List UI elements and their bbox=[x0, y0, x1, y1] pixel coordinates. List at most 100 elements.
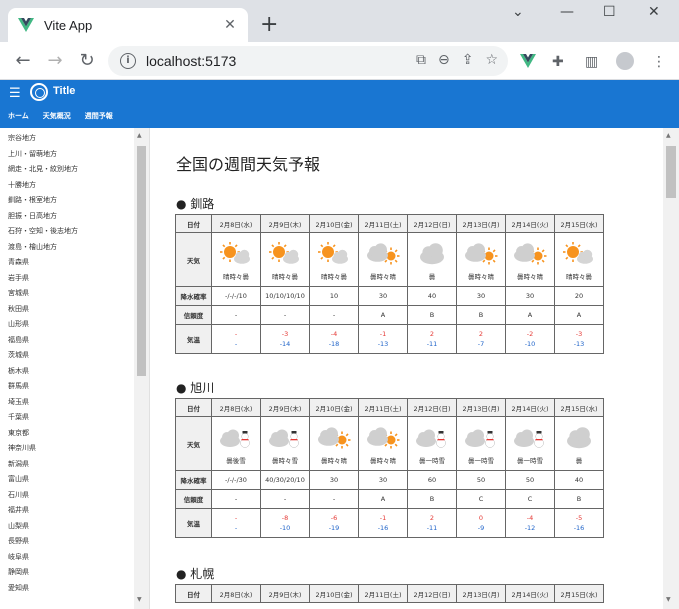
tab-close-icon[interactable]: ✕ bbox=[222, 17, 238, 33]
sidebar-item[interactable]: 神奈川県 bbox=[8, 441, 133, 457]
sidebar-item[interactable]: 愛知県 bbox=[8, 581, 133, 597]
main-scroll-down-icon[interactable]: ▼ bbox=[666, 596, 671, 603]
weather-cell: 曇時々雪 bbox=[260, 416, 310, 471]
new-tab-icon[interactable]: + bbox=[260, 12, 278, 38]
temp-cell: 0 -9 bbox=[456, 508, 506, 538]
side-panel-icon[interactable]: ▥ bbox=[585, 54, 598, 70]
date-cell: 2月8日(水) bbox=[211, 584, 261, 603]
sidebar-item[interactable]: 青森県 bbox=[8, 255, 133, 271]
table-row: 降水確率 -/-/-/30 40/30/20/10 30 30 60 50 50 40 bbox=[175, 470, 604, 490]
forward-icon[interactable]: → bbox=[44, 50, 66, 72]
sidebar-item[interactable]: 群馬県 bbox=[8, 379, 133, 395]
zoom-icon[interactable]: ⊖ bbox=[438, 52, 450, 68]
sidebar-item[interactable]: 石川県 bbox=[8, 488, 133, 504]
url-text: localhost:5173 bbox=[146, 53, 237, 69]
hamburger-menu-icon[interactable]: ☰ bbox=[9, 86, 21, 101]
temp-low: -10 bbox=[279, 524, 291, 532]
date-cell: 2月15日(水) bbox=[554, 584, 604, 603]
sidebar-item[interactable]: 山梨県 bbox=[8, 519, 133, 535]
sidebar-item[interactable]: 網走・北見・紋別地方 bbox=[8, 162, 133, 178]
sidebar-item[interactable]: 岩手県 bbox=[8, 271, 133, 287]
temp-low: -12 bbox=[524, 524, 536, 532]
weather-cell: 晴時々曇 bbox=[554, 232, 604, 287]
tab-search-icon[interactable]: ⌄ bbox=[512, 4, 524, 20]
sidebar-item[interactable]: 石狩・空知・後志地方 bbox=[8, 224, 133, 240]
sidebar-item[interactable]: 東京都 bbox=[8, 426, 133, 442]
nav-weekly[interactable]: 週間予報 bbox=[85, 111, 113, 121]
weather-table: 日付 2月8日(水) 2月9日(木) 2月10日(金) 2月11日(土) 2月12日(日)… bbox=[175, 398, 604, 538]
sidebar-item[interactable]: 宗谷地方 bbox=[8, 131, 133, 147]
sidebar-item[interactable]: 十勝地方 bbox=[8, 178, 133, 194]
temp-cell: -1 -13 bbox=[358, 324, 408, 354]
date-cell: 2月15日(水) bbox=[554, 398, 604, 417]
temp-cell: -- bbox=[211, 508, 261, 538]
nav-overview[interactable]: 天気概況 bbox=[43, 111, 71, 121]
sidebar-item[interactable]: 静岡県 bbox=[8, 565, 133, 581]
sidebar-item[interactable]: 新潟県 bbox=[8, 457, 133, 473]
address-bar[interactable]: i localhost:5173 ⧉ ⊖ ⇪ ☆ bbox=[108, 46, 508, 76]
weather-cell: 晴時々曇 bbox=[260, 232, 310, 287]
sidebar-item[interactable]: 宮城県 bbox=[8, 286, 133, 302]
sidebar-item[interactable]: 岐阜県 bbox=[8, 550, 133, 566]
sidebar-item[interactable]: 富山県 bbox=[8, 472, 133, 488]
translate-icon[interactable]: ⧉ bbox=[416, 52, 426, 68]
page-title: 全国の週間天気予報 bbox=[176, 155, 321, 174]
share-icon[interactable]: ⇪ bbox=[462, 52, 474, 68]
row-label: 天気 bbox=[175, 232, 212, 287]
menu-kebab-icon[interactable]: ⋮ bbox=[652, 54, 666, 70]
weather-cell: 曇時々晴 bbox=[358, 232, 408, 287]
weather-cell: 曇時々晴 bbox=[456, 232, 506, 287]
temp-low: -13 bbox=[573, 340, 585, 348]
date-cell: 2月12日(日) bbox=[407, 398, 457, 417]
profile-avatar-icon[interactable] bbox=[616, 52, 634, 70]
browser-tab[interactable]: Vite App ✕ bbox=[8, 8, 248, 42]
reload-icon[interactable]: ↻ bbox=[76, 50, 98, 72]
sidebar-item[interactable]: 埼玉県 bbox=[8, 395, 133, 411]
main-scroll-up-icon[interactable]: ▲ bbox=[666, 132, 671, 139]
sidebar-scroll-thumb[interactable] bbox=[137, 146, 146, 376]
sidebar-item[interactable]: 胆振・日高地方 bbox=[8, 209, 133, 225]
sidebar-item[interactable]: 長野県 bbox=[8, 534, 133, 550]
date-cell: 2月10日(金) bbox=[309, 214, 359, 233]
sidebar-item[interactable]: 茨城県 bbox=[8, 348, 133, 364]
weather-text: 曇後雪 bbox=[226, 456, 246, 465]
sidebar-item[interactable]: 秋田県 bbox=[8, 302, 133, 318]
main-scrollbar[interactable] bbox=[663, 128, 679, 609]
sidebar-item[interactable]: 福井県 bbox=[8, 503, 133, 519]
back-icon[interactable]: ← bbox=[12, 50, 34, 72]
rain-cell: -/-/-/10 bbox=[211, 286, 261, 306]
row-label: 日付 bbox=[175, 398, 212, 417]
site-info-icon[interactable]: i bbox=[120, 53, 136, 69]
sidebar-item[interactable]: 渡島・檜山地方 bbox=[8, 240, 133, 256]
sidebar-item[interactable]: 福島県 bbox=[8, 333, 133, 349]
sidebar-item[interactable]: 栃木県 bbox=[8, 364, 133, 380]
window-close-icon[interactable]: ✕ bbox=[648, 4, 660, 20]
temp-high: -2 bbox=[526, 330, 534, 338]
cloud-sun-icon bbox=[365, 239, 401, 269]
maximize-icon[interactable]: ☐ bbox=[603, 4, 616, 20]
extensions-icon[interactable]: ✚ bbox=[552, 54, 564, 70]
sidebar-scroll-down-icon[interactable]: ▼ bbox=[137, 596, 142, 603]
reliability-cell: - bbox=[260, 489, 310, 509]
cloud-snow-icon bbox=[414, 423, 450, 453]
bookmark-star-icon[interactable]: ☆ bbox=[485, 52, 498, 68]
date-cell: 2月11日(土) bbox=[358, 398, 408, 417]
rain-cell: 10/10/10/10 bbox=[260, 286, 310, 306]
minimize-icon[interactable]: — bbox=[560, 4, 574, 20]
sidebar-item[interactable]: 上川・留萌地方 bbox=[8, 147, 133, 163]
reliability-cell: - bbox=[309, 489, 359, 509]
weather-text: 曇時々晴 bbox=[517, 272, 543, 281]
app-nav: ホーム 天気概況 週間予報 bbox=[8, 111, 113, 121]
browser-toolbar: ← → ↻ i localhost:5173 ⧉ ⊖ ⇪ ☆ ✚ ▥ ⋮ bbox=[0, 42, 679, 80]
nav-home[interactable]: ホーム bbox=[8, 111, 29, 121]
weather-text: 曇時々晴 bbox=[370, 456, 396, 465]
sidebar-scroll-up-icon[interactable]: ▲ bbox=[137, 132, 142, 139]
sidebar-item[interactable]: 釧路・根室地方 bbox=[8, 193, 133, 209]
vue-devtools-icon[interactable] bbox=[520, 54, 536, 68]
sidebar-item[interactable]: 千葉県 bbox=[8, 410, 133, 426]
rain-cell: 60 bbox=[407, 470, 457, 490]
city-heading: ● 釧路 bbox=[176, 197, 215, 211]
main-scroll-thumb[interactable] bbox=[666, 146, 676, 198]
row-label: 天気 bbox=[175, 416, 212, 471]
sidebar-item[interactable]: 山形県 bbox=[8, 317, 133, 333]
